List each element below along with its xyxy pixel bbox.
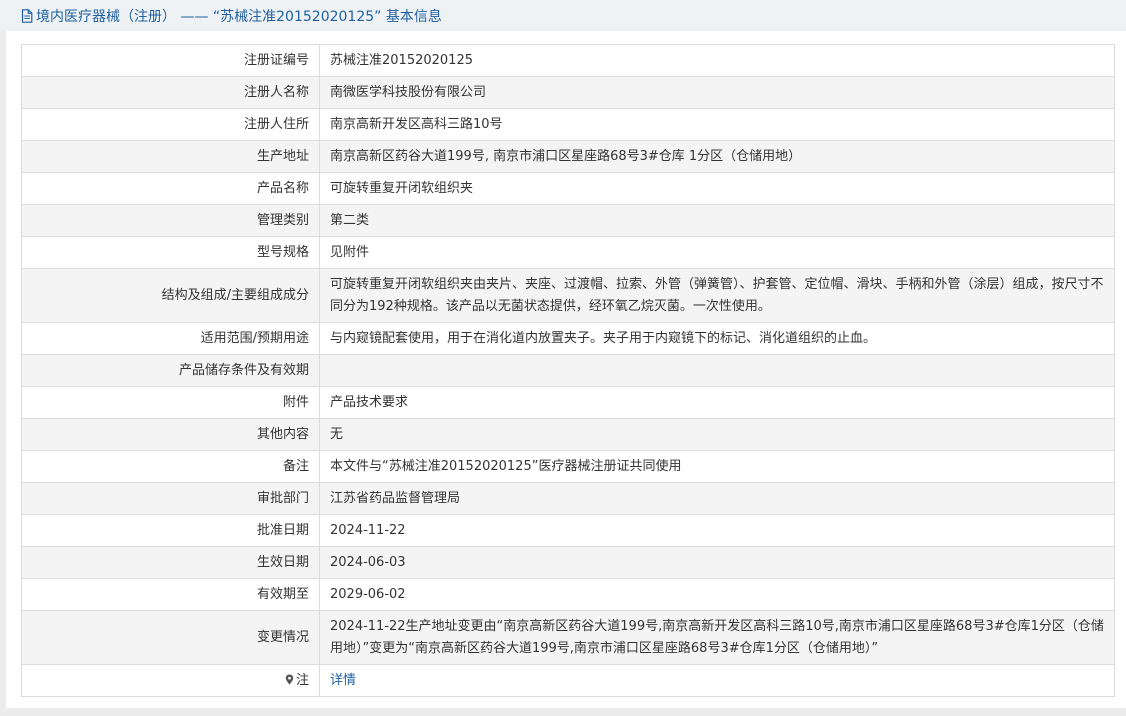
document-icon	[21, 8, 33, 23]
details-link[interactable]: 详情	[330, 673, 356, 688]
table-row: 其他内容 无	[21, 418, 1115, 451]
table-row: 注 详情	[21, 664, 1115, 697]
page-title: 境内医疗器械（注册） —— “苏械注准20152020125” 基本信息	[36, 8, 442, 25]
field-label: 备注	[21, 450, 320, 483]
field-label: 附件	[21, 386, 320, 419]
field-value: 南微医学科技股份有限公司	[319, 76, 1115, 109]
table-row: 产品名称 可旋转重复开闭软组织夹	[21, 172, 1115, 205]
field-value: 2024-11-22	[319, 514, 1115, 547]
table-row: 批准日期 2024-11-22	[21, 514, 1115, 547]
field-label: 其他内容	[21, 418, 320, 451]
field-label: 结构及组成/主要组成成分	[21, 268, 320, 323]
field-value: 2024-06-03	[319, 546, 1115, 579]
table-row: 适用范围/预期用途 与内窥镜配套使用，用于在消化道内放置夹子。夹子用于内窥镜下的…	[21, 322, 1115, 355]
table-row: 变更情况 2024-11-22生产地址变更由“南京高新区药谷大道199号,南京高…	[21, 610, 1115, 665]
field-label: 批准日期	[21, 514, 320, 547]
field-value: 无	[319, 418, 1115, 451]
field-label: 产品名称	[21, 172, 320, 205]
field-label: 管理类别	[21, 204, 320, 237]
table-row: 生产地址 南京高新区药谷大道199号, 南京市浦口区星座路68号3#仓库 1分区…	[21, 140, 1115, 173]
field-value: 本文件与“苏械注准20152020125”医疗器械注册证共同使用	[319, 450, 1115, 483]
note-label: 注	[295, 672, 309, 688]
field-value: 第二类	[319, 204, 1115, 237]
field-value: 可旋转重复开闭软组织夹	[319, 172, 1115, 205]
note-label-cell: 注	[21, 664, 320, 697]
table-row: 附件 产品技术要求	[21, 386, 1115, 419]
info-table: 注册证编号 苏械注准20152020125 注册人名称 南微医学科技股份有限公司…	[21, 44, 1115, 697]
field-label: 型号规格	[21, 236, 320, 269]
field-value: 南京高新开发区高科三路10号	[319, 108, 1115, 141]
field-label: 生产地址	[21, 140, 320, 173]
field-value	[319, 354, 1115, 387]
table-row: 注册证编号 苏械注准20152020125	[21, 44, 1115, 77]
field-label: 产品储存条件及有效期	[21, 354, 320, 387]
field-label: 审批部门	[21, 482, 320, 515]
field-value: 产品技术要求	[319, 386, 1115, 419]
field-value: 可旋转重复开闭软组织夹由夹片、夹座、过渡帽、拉索、外管（弹簧管）、护套管、定位帽…	[319, 268, 1115, 323]
field-label: 生效日期	[21, 546, 320, 579]
table-row: 审批部门 江苏省药品监督管理局	[21, 482, 1115, 515]
content-panel: 注册证编号 苏械注准20152020125 注册人名称 南微医学科技股份有限公司…	[6, 31, 1126, 708]
field-label: 有效期至	[21, 578, 320, 611]
field-value: 苏械注准20152020125	[319, 44, 1115, 77]
table-row: 结构及组成/主要组成成分 可旋转重复开闭软组织夹由夹片、夹座、过渡帽、拉索、外管…	[21, 268, 1115, 323]
pin-icon	[285, 674, 294, 684]
title-bar: 境内医疗器械（注册） —— “苏械注准20152020125” 基本信息	[0, 0, 1126, 31]
field-value: 2024-11-22生产地址变更由“南京高新区药谷大道199号,南京高新开发区高…	[319, 610, 1115, 665]
table-row: 注册人住所 南京高新开发区高科三路10号	[21, 108, 1115, 141]
field-value: 见附件	[319, 236, 1115, 269]
table-row: 注册人名称 南微医学科技股份有限公司	[21, 76, 1115, 109]
field-label: 注册证编号	[21, 44, 320, 77]
field-label: 适用范围/预期用途	[21, 322, 320, 355]
field-label: 注册人名称	[21, 76, 320, 109]
table-row: 生效日期 2024-06-03	[21, 546, 1115, 579]
table-row: 产品储存条件及有效期	[21, 354, 1115, 387]
field-value: 2029-06-02	[319, 578, 1115, 611]
table-row: 型号规格 见附件	[21, 236, 1115, 269]
field-value: 江苏省药品监督管理局	[319, 482, 1115, 515]
note-value: 详情	[319, 664, 1115, 697]
field-label: 变更情况	[21, 610, 320, 665]
table-row: 有效期至 2029-06-02	[21, 578, 1115, 611]
field-label: 注册人住所	[21, 108, 320, 141]
table-row: 管理类别 第二类	[21, 204, 1115, 237]
table-row: 备注 本文件与“苏械注准20152020125”医疗器械注册证共同使用	[21, 450, 1115, 483]
field-value: 南京高新区药谷大道199号, 南京市浦口区星座路68号3#仓库 1分区（仓储用地…	[319, 140, 1115, 173]
field-value: 与内窥镜配套使用，用于在消化道内放置夹子。夹子用于内窥镜下的标记、消化道组织的止…	[319, 322, 1115, 355]
